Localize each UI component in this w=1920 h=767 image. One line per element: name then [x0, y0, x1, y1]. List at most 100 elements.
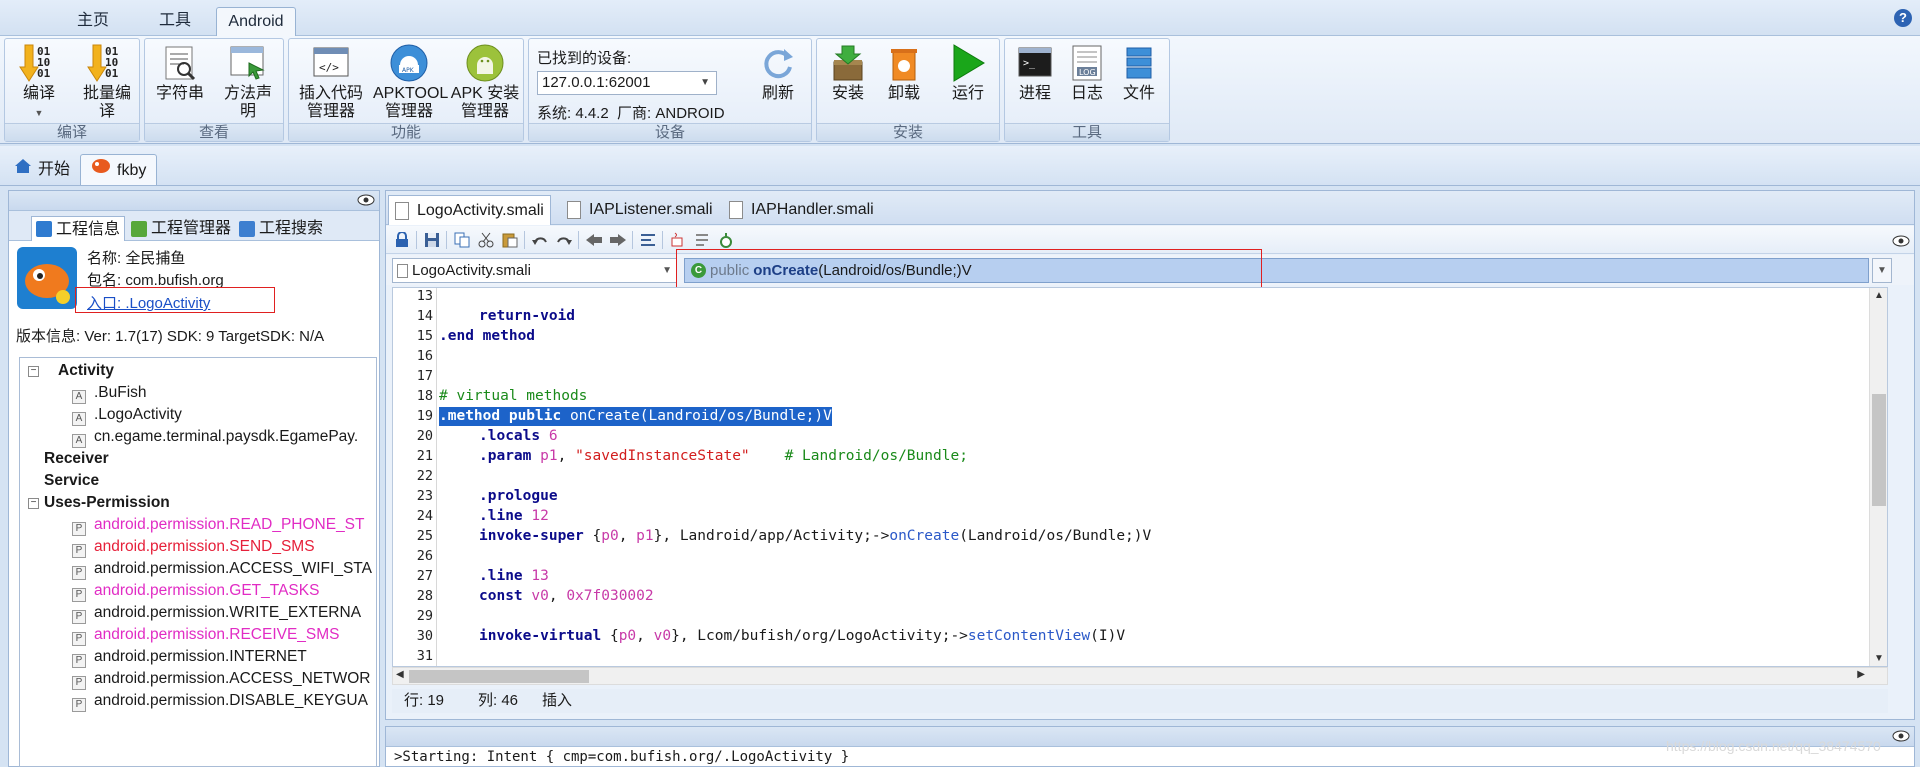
tree-permission-item[interactable]: Pandroid.permission.READ_PHONE_ST — [72, 516, 365, 536]
horizontal-scroll-thumb[interactable] — [409, 670, 589, 683]
install-label: 安装 — [831, 85, 864, 102]
java-icon[interactable] — [668, 230, 688, 250]
compile-button[interactable]: 01 10 01 编译 ▼ — [11, 43, 67, 122]
file-tab-iaplistener[interactable]: IAPListener.smali — [561, 195, 719, 225]
lock-icon[interactable] — [392, 230, 412, 250]
eye-icon[interactable] — [1892, 234, 1910, 248]
device-select[interactable]: 127.0.0.1:62001 ▼ — [537, 71, 717, 95]
format-icon[interactable] — [638, 230, 658, 250]
save-icon[interactable] — [422, 230, 442, 250]
tree-permission-item[interactable]: Pandroid.permission.INTERNET — [72, 648, 307, 668]
tab-fkby[interactable]: fkby — [80, 154, 158, 185]
code-line: .end method — [439, 328, 535, 344]
tree-permission-item[interactable]: Pandroid.permission.ACCESS_NETWOR — [72, 670, 371, 690]
ribbon: 01 10 01 编译 ▼ 01 10 01 批量编译 编译 字符串 方法声明 查看 — [0, 36, 1920, 144]
tree-activity-item[interactable]: Acn.egame.terminal.paysdk.EgamePay. — [72, 428, 358, 448]
chevron-down-icon[interactable]: ▼ — [1872, 258, 1892, 283]
tab-android[interactable]: Android — [216, 7, 296, 36]
code-token: setContentView — [967, 628, 1091, 644]
cut-icon[interactable] — [476, 230, 496, 250]
tab-start[interactable]: 开始 — [4, 154, 80, 185]
run-button[interactable]: 运行 — [941, 43, 995, 103]
home-icon — [14, 155, 32, 184]
file-button[interactable]: 文件 — [1113, 43, 1165, 103]
scroll-left-icon[interactable]: ◀ — [396, 669, 404, 680]
code-string: "savedInstanceState" — [575, 448, 750, 464]
code-line: .locals 6 — [479, 428, 558, 444]
tree-activity-header[interactable]: Activity — [58, 362, 114, 380]
align-icon[interactable] — [692, 230, 712, 250]
redo-icon[interactable] — [554, 230, 574, 250]
tree-activity-item[interactable]: A .BuFish — [72, 384, 147, 404]
tree-permission-item[interactable]: Pandroid.permission.WRITE_EXTERNA — [72, 604, 361, 624]
vertical-scroll-thumb[interactable] — [1872, 394, 1886, 506]
scroll-up-icon[interactable]: ▲ — [1874, 290, 1884, 301]
group-device: 已找到的设备: 127.0.0.1:62001 ▼ 系统: 4.4.2 厂商: … — [528, 38, 812, 142]
tree-service[interactable]: Service — [44, 472, 99, 490]
tab-home[interactable]: 主页 — [58, 7, 128, 36]
uninstall-button[interactable]: 卸载 — [877, 43, 931, 103]
undo-icon[interactable] — [530, 230, 550, 250]
refresh-button[interactable]: 刷新 — [751, 43, 805, 103]
code-editor[interactable]: 13 14 15 16 17 18 19 20 21 22 23 24 25 2… — [392, 287, 1888, 667]
tree-permission-item[interactable]: Pandroid.permission.RECEIVE_SMS — [72, 626, 340, 646]
paste-icon[interactable] — [500, 230, 520, 250]
log-button[interactable]: LOG 日志 — [1061, 43, 1113, 103]
apk-install-manager-button[interactable]: APK 安装管理器 — [447, 43, 523, 121]
log-badge: LOG — [1079, 68, 1096, 77]
file-tab-logoactivity[interactable]: LogoActivity.smali — [388, 195, 551, 225]
collapse-permissions-icon[interactable]: − — [28, 498, 39, 509]
strings-button[interactable]: 字符串 — [149, 43, 211, 103]
collapse-activity-icon[interactable]: − — [28, 366, 39, 377]
tree-activity-label: cn.egame.terminal.paysdk.EgamePay. — [94, 428, 359, 445]
tab-project-manager[interactable]: 工程管理器 — [127, 216, 235, 241]
refresh-icon — [758, 43, 798, 83]
code-token: v0 — [653, 628, 672, 644]
code-token: { — [592, 528, 602, 544]
batch-compile-label: 批量编译 — [82, 85, 131, 120]
app-info: 名称: 全民捕鱼 包名: com.bufish.org 入口: .LogoAct… — [9, 241, 379, 321]
fish-app-icon — [91, 156, 111, 185]
permission-badge-icon: P — [72, 610, 86, 624]
process-button[interactable]: >_ 进程 — [1009, 43, 1061, 103]
method-select[interactable]: C public onCreate (Landroid/os/Bundle;)V — [684, 258, 1869, 283]
help-icon[interactable]: ? — [1894, 9, 1912, 27]
file-tab-iaphandler[interactable]: IAPHandler.smali — [723, 195, 880, 225]
eye-icon[interactable] — [1892, 729, 1910, 743]
code-token: .line — [479, 508, 523, 524]
tree-activity-item[interactable]: A .LogoActivity — [72, 406, 182, 426]
tree-permission-item[interactable]: Pandroid.permission.ACCESS_WIFI_STA — [72, 560, 372, 580]
tab-project-search[interactable]: 工程搜索 — [235, 216, 327, 241]
chevron-down-icon: ▼ — [700, 77, 710, 88]
tree-receiver[interactable]: Receiver — [44, 450, 109, 468]
tab-project-info[interactable]: 工程信息 — [31, 216, 126, 241]
tree-permission-item[interactable]: Pandroid.permission.DISABLE_KEYGUA — [72, 692, 368, 712]
tree-permission-item[interactable]: Pandroid.permission.SEND_SMS — [72, 538, 315, 558]
install-button[interactable]: 安装 — [821, 43, 875, 103]
app-name: 名称: 全民捕鱼 — [87, 250, 186, 267]
eye-icon[interactable] — [357, 193, 375, 207]
log-icon: LOG — [1067, 43, 1107, 83]
toolbar-separator — [524, 231, 525, 249]
tree-permission-item[interactable]: Pandroid.permission.GET_TASKS — [72, 582, 319, 602]
batch-compile-button[interactable]: 01 10 01 批量编译 — [77, 43, 137, 121]
tree-permission-label: android.permission.ACCESS_NETWOR — [94, 670, 371, 687]
class-select[interactable]: LogoActivity.smali ▼ — [392, 258, 677, 283]
code-token: , — [557, 448, 567, 464]
horizontal-scrollbar[interactable]: ◀ ▶ — [392, 667, 1888, 685]
insert-code-manager-button[interactable]: </> 插入代码管理器 — [293, 43, 369, 121]
project-tabs: 工程信息 工程管理器 工程搜索 — [9, 211, 379, 241]
method-decl-button[interactable]: 方法声明 — [217, 43, 279, 121]
scroll-down-icon[interactable]: ▼ — [1874, 653, 1884, 664]
tab-tools[interactable]: 工具 — [140, 7, 210, 36]
copy-icon[interactable] — [452, 230, 472, 250]
vertical-scrollbar[interactable]: ▲ ▼ — [1869, 288, 1887, 666]
forward-icon[interactable] — [608, 230, 628, 250]
back-icon[interactable] — [584, 230, 604, 250]
code-token: return-void — [479, 308, 576, 324]
tree-permission-header[interactable]: Uses-Permission — [44, 494, 170, 512]
file-icon — [1119, 43, 1159, 83]
scroll-right-icon[interactable]: ▶ — [1857, 669, 1865, 680]
apktool-manager-button[interactable]: APK APKTOOL管理器 — [371, 43, 448, 121]
debug-icon[interactable] — [716, 230, 736, 250]
